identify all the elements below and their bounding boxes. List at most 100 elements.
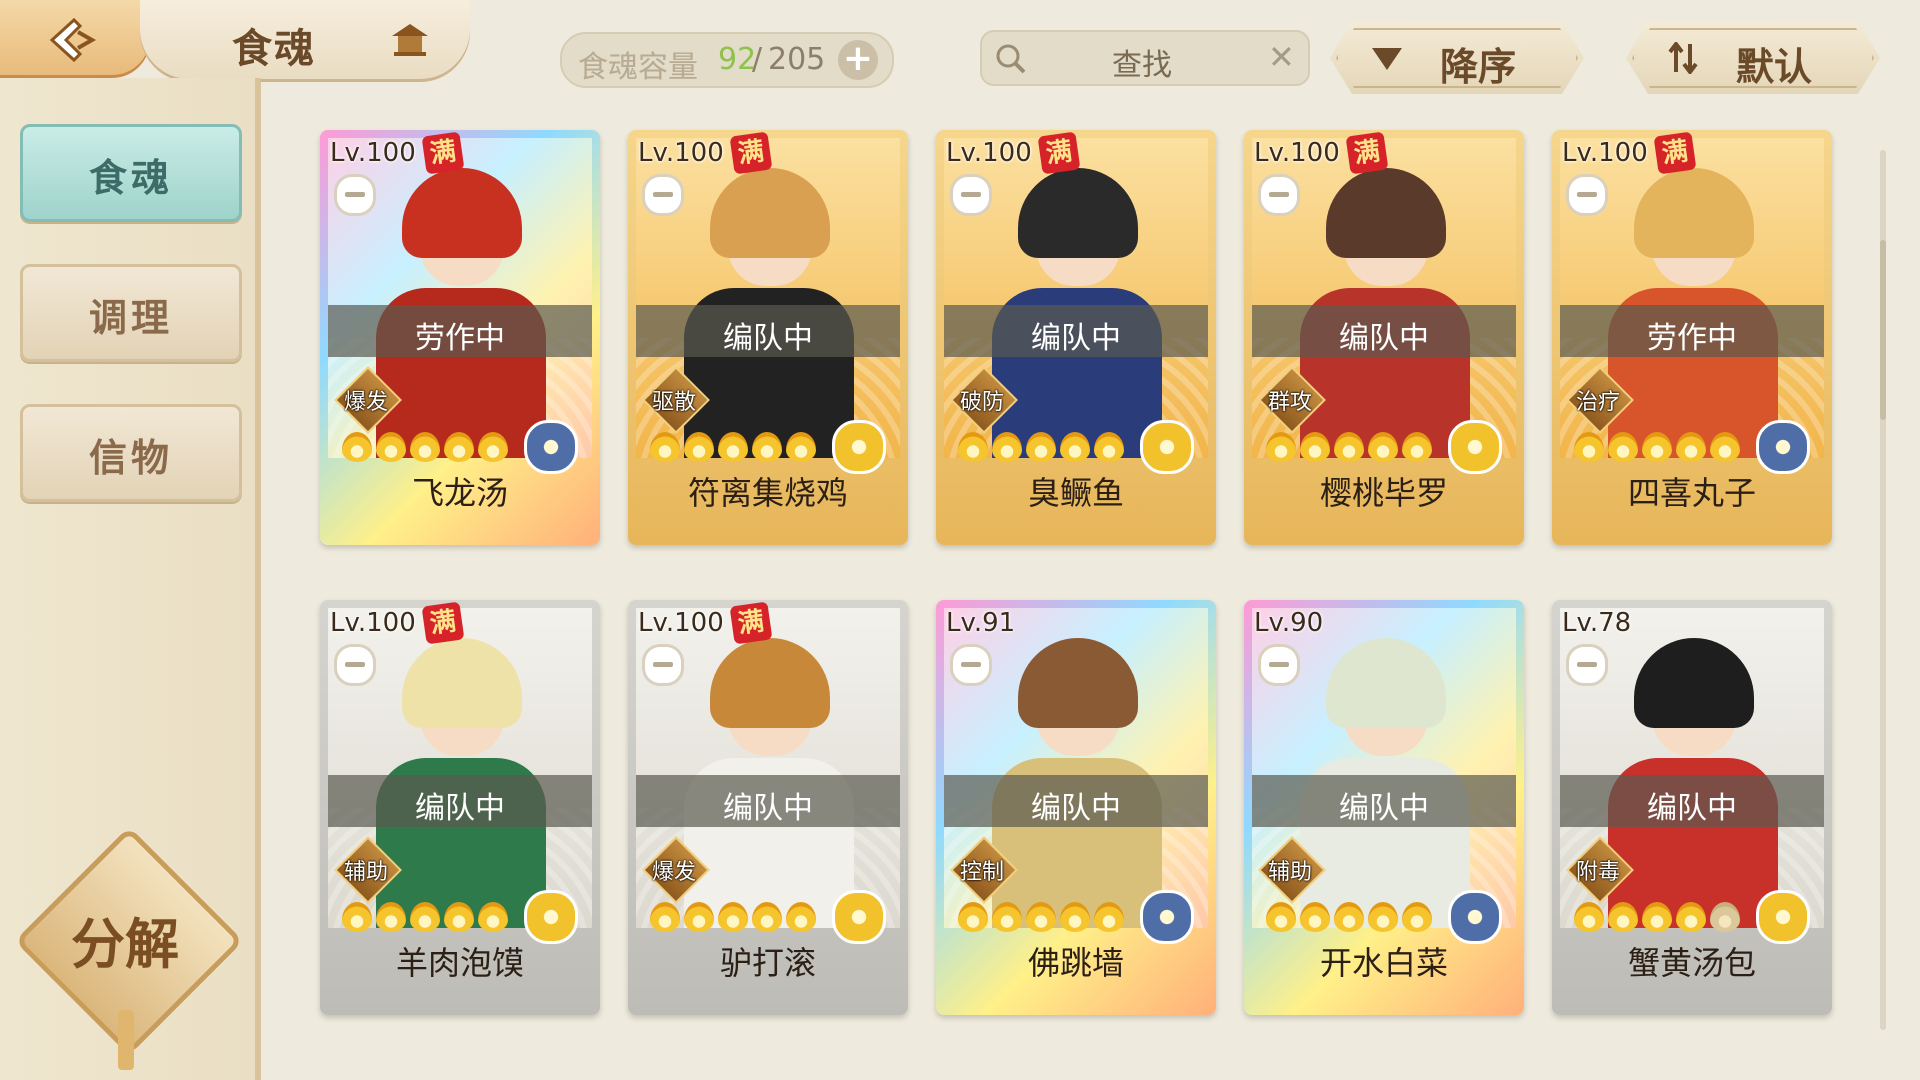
star-flame-icon — [1608, 902, 1638, 932]
food-soul-card[interactable]: Lv.90 编队中 辅助 开水白菜 — [1244, 600, 1524, 1015]
search-icon — [996, 44, 1026, 74]
character-name: 臭鳜鱼 — [1027, 474, 1124, 512]
bowl-icon — [950, 644, 992, 686]
sidebar-item-tokens[interactable]: 信物 — [20, 404, 242, 502]
star-flame-icon — [1026, 432, 1056, 462]
role-label: 治疗 — [1575, 390, 1620, 415]
star-flame-icon — [718, 902, 748, 932]
food-soul-card[interactable]: Lv.78 编队中 附毒 蟹黄汤包 — [1552, 600, 1832, 1015]
star-flame-icon — [1368, 902, 1398, 932]
star-flame-icon — [1060, 432, 1090, 462]
star-flame-icon — [1710, 902, 1740, 932]
back-button[interactable] — [0, 0, 150, 78]
rarity-flower-icon — [832, 420, 886, 474]
status-label: 编队中 — [723, 791, 813, 826]
level-label: Lv.90 — [1254, 608, 1324, 638]
star-rating — [958, 432, 1128, 466]
capacity-add-button[interactable]: + — [838, 40, 878, 80]
max-level-badge: 满 — [1345, 131, 1389, 175]
character-hair — [710, 168, 830, 258]
bowl-icon — [1566, 644, 1608, 686]
star-flame-icon — [1266, 432, 1296, 462]
food-soul-card[interactable]: Lv.91 编队中 控制 佛跳墙 — [936, 600, 1216, 1015]
sidebar-item-label: 信物 — [88, 436, 173, 480]
star-rating — [650, 432, 820, 466]
role-label: 群攻 — [1267, 390, 1312, 415]
star-flame-icon — [992, 432, 1022, 462]
bowl-icon — [334, 644, 376, 686]
star-flame-icon — [650, 432, 680, 462]
status-band: 劳作中 — [1560, 305, 1824, 357]
status-label: 劳作中 — [1647, 321, 1737, 356]
capacity-separator: / — [752, 42, 763, 77]
star-rating — [958, 902, 1128, 936]
star-flame-icon — [1574, 432, 1604, 462]
bowl-icon — [1566, 174, 1608, 216]
character-hair — [1634, 168, 1754, 258]
star-flame-icon — [1642, 432, 1672, 462]
bowl-icon — [1258, 644, 1300, 686]
star-flame-icon — [752, 432, 782, 462]
food-soul-card[interactable]: Lv.100 满 劳作中 治疗 四喜丸子 — [1552, 130, 1832, 545]
star-flame-icon — [376, 432, 406, 462]
character-name: 佛跳墙 — [1027, 944, 1124, 982]
star-flame-icon — [650, 902, 680, 932]
scrollbar[interactable] — [1880, 150, 1886, 1030]
star-flame-icon — [1094, 432, 1124, 462]
star-flame-icon — [342, 432, 372, 462]
star-flame-icon — [992, 902, 1022, 932]
title-tab: 食魂 — [140, 0, 470, 82]
food-soul-card[interactable]: Lv.100 满 编队中 驱散 符离集烧鸡 — [628, 130, 908, 545]
star-flame-icon — [1402, 902, 1432, 932]
status-band: 劳作中 — [328, 305, 592, 357]
sidebar-item-cooking[interactable]: 调理 — [20, 264, 242, 362]
star-flame-icon — [718, 432, 748, 462]
food-soul-card[interactable]: Lv.100 满 编队中 爆发 驴打滚 — [628, 600, 908, 1015]
status-label: 劳作中 — [415, 321, 505, 356]
capacity-current: 92 — [718, 42, 757, 77]
star-flame-icon — [958, 902, 988, 932]
star-flame-icon — [478, 902, 508, 932]
status-band: 编队中 — [944, 775, 1208, 827]
star-flame-icon — [410, 432, 440, 462]
capacity-indicator: 食魂容量 92 / 205 + — [560, 32, 894, 88]
house-icon[interactable] — [390, 22, 430, 58]
star-rating — [650, 902, 820, 936]
search-clear-icon[interactable]: ✕ — [1268, 38, 1295, 76]
character-hair — [1018, 638, 1138, 728]
bowl-icon — [1258, 174, 1300, 216]
food-soul-card[interactable]: Lv.100 满 编队中 群攻 樱桃毕罗 — [1244, 130, 1524, 545]
sort-order-button[interactable]: 降序 — [1330, 22, 1584, 94]
star-flame-icon — [1402, 432, 1432, 462]
bowl-icon — [334, 174, 376, 216]
status-label: 编队中 — [1339, 791, 1429, 826]
search-box[interactable]: 查找 ✕ — [980, 30, 1310, 86]
character-name: 开水白菜 — [1319, 944, 1448, 982]
status-label: 编队中 — [415, 791, 505, 826]
star-flame-icon — [1642, 902, 1672, 932]
character-name: 四喜丸子 — [1627, 474, 1756, 512]
status-label: 编队中 — [1647, 791, 1737, 826]
star-flame-icon — [1266, 902, 1296, 932]
food-soul-card[interactable]: Lv.100 满 编队中 破防 臭鳜鱼 — [936, 130, 1216, 545]
food-soul-card[interactable]: Lv.100 满 编队中 辅助 羊肉泡馍 — [320, 600, 600, 1015]
role-label: 爆发 — [343, 390, 388, 415]
sidebar-item-food-souls[interactable]: 食魂 — [20, 124, 242, 222]
star-flame-icon — [684, 902, 714, 932]
level-label: Lv.78 — [1562, 608, 1632, 638]
level-label: Lv.100 — [638, 608, 724, 638]
scrollbar-thumb[interactable] — [1880, 240, 1886, 420]
sidebar-item-label: 调理 — [88, 296, 173, 340]
rarity-flower-icon — [1448, 890, 1502, 944]
bowl-icon — [642, 644, 684, 686]
sort-descending-icon — [1370, 42, 1404, 74]
status-label: 编队中 — [723, 321, 813, 356]
status-label: 编队中 — [1031, 321, 1121, 356]
sort-mode-button[interactable]: 默认 — [1626, 22, 1880, 94]
food-soul-card[interactable]: Lv.100 满 劳作中 爆发 飞龙汤 — [320, 130, 600, 545]
max-level-badge: 满 — [729, 131, 773, 175]
rarity-flower-icon — [1140, 890, 1194, 944]
star-flame-icon — [1300, 902, 1330, 932]
character-hair — [402, 638, 522, 728]
character-hair — [1326, 638, 1446, 728]
